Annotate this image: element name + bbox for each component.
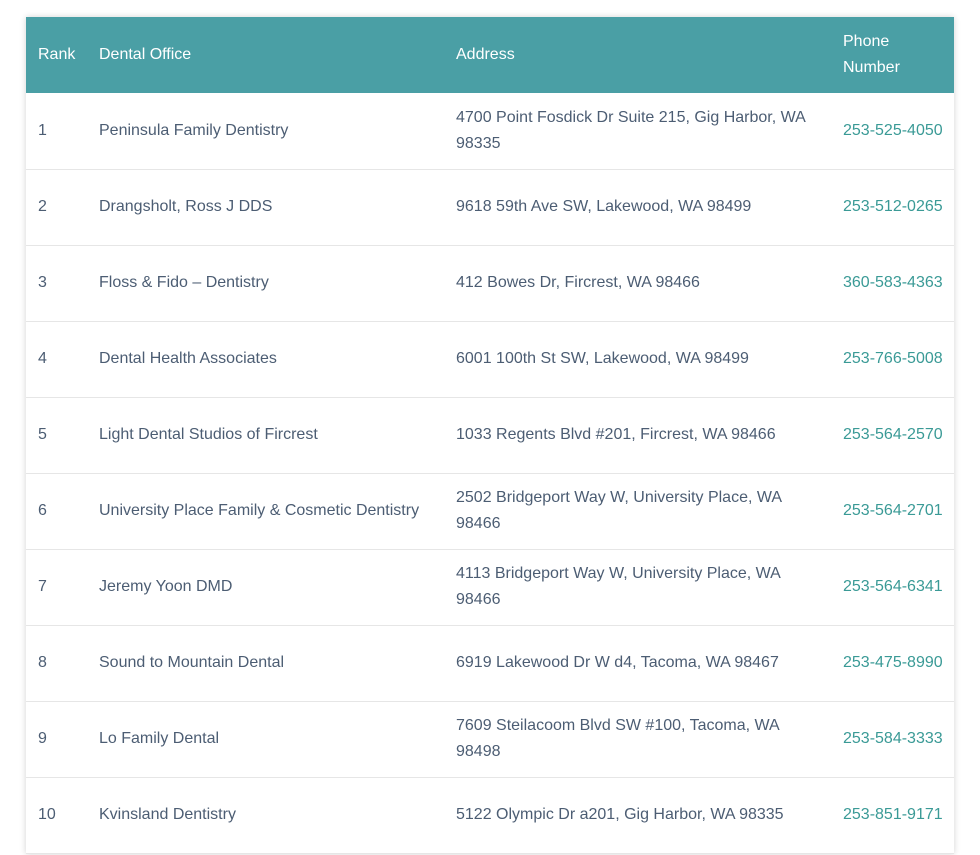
rank-cell: 8	[38, 654, 47, 671]
table-header-row: Rank Dental Office Address Phone Number	[26, 17, 954, 93]
header-rank: Rank	[38, 46, 76, 63]
office-cell: Sound to Mountain Dental	[99, 654, 285, 671]
address-cell: 2502 Bridgeport Way W, University Place,…	[456, 489, 782, 532]
phone-link[interactable]: 253-525-4050	[843, 122, 943, 139]
table-row: 4 Dental Health Associates 6001 100th St…	[26, 321, 954, 397]
phone-link[interactable]: 360-583-4363	[843, 274, 943, 291]
table-row: 2 Drangsholt, Ross J DDS 9618 59th Ave S…	[26, 169, 954, 245]
phone-link[interactable]: 253-564-2701	[843, 502, 943, 519]
table-row: 9 Lo Family Dental 7609 Steilacoom Blvd …	[26, 701, 954, 777]
address-cell: 9618 59th Ave SW, Lakewood, WA 98499	[456, 198, 752, 215]
office-cell: University Place Family & Cosmetic Denti…	[99, 502, 420, 519]
address-cell: 4700 Point Fosdick Dr Suite 215, Gig Har…	[456, 108, 805, 152]
header-address: Address	[456, 46, 515, 63]
address-cell: 6919 Lakewood Dr W d4, Tacoma, WA 98467	[456, 654, 779, 671]
address-cell: 5122 Olympic Dr a201, Gig Harbor, WA 983…	[456, 806, 784, 823]
office-cell: Light Dental Studios of Fircrest	[99, 426, 318, 443]
header-phone-number: Phone Number	[843, 33, 900, 76]
office-cell: Peninsula Family Dentistry	[99, 121, 289, 139]
phone-link[interactable]: 253-564-6341	[843, 578, 943, 595]
rank-cell: 5	[38, 426, 47, 443]
rank-cell: 6	[38, 502, 47, 519]
phone-link[interactable]: 253-564-2570	[843, 426, 943, 443]
table-row: 5 Light Dental Studios of Fircrest 1033 …	[26, 397, 954, 473]
office-cell: Dental Health Associates	[99, 350, 277, 367]
rank-cell: 9	[38, 730, 47, 747]
phone-link[interactable]: 253-512-0265	[843, 198, 943, 215]
phone-link[interactable]: 253-766-5008	[843, 350, 943, 367]
office-cell: Jeremy Yoon DMD	[99, 578, 233, 595]
table-row: 1 Peninsula Family Dentistry 4700 Point …	[26, 93, 954, 169]
table-row: 7 Jeremy Yoon DMD 4113 Bridgeport Way W,…	[26, 549, 954, 625]
office-cell: Lo Family Dental	[99, 730, 220, 747]
table-row: 10 Kvinsland Dentistry 5122 Olympic Dr a…	[26, 777, 954, 853]
rank-cell: 1	[38, 121, 47, 139]
phone-link[interactable]: 253-475-8990	[843, 654, 943, 671]
address-cell: 412 Bowes Dr, Fircrest, WA 98466	[456, 274, 700, 291]
table-row: 8 Sound to Mountain Dental 6919 Lakewood…	[26, 625, 954, 701]
dental-offices-table: Rank Dental Office Address Phone Number …	[26, 17, 954, 854]
address-cell: 7609 Steilacoom Blvd SW #100, Tacoma, WA…	[456, 717, 779, 760]
table-row: 6 University Place Family & Cosmetic Den…	[26, 473, 954, 549]
rank-cell: 4	[38, 350, 47, 367]
address-cell: 4113 Bridgeport Way W, University Place,…	[456, 565, 780, 608]
address-cell: 1033 Regents Blvd #201, Fircrest, WA 984…	[456, 426, 776, 443]
table-row: 3 Floss & Fido – Dentistry 412 Bowes Dr,…	[26, 245, 954, 321]
address-cell: 6001 100th St SW, Lakewood, WA 98499	[456, 350, 749, 367]
office-cell: Kvinsland Dentistry	[99, 806, 236, 823]
phone-link[interactable]: 253-851-9171	[843, 806, 943, 823]
phone-link[interactable]: 253-584-3333	[843, 730, 943, 747]
rank-cell: 10	[38, 806, 56, 823]
office-cell: Floss & Fido – Dentistry	[99, 274, 269, 291]
rank-cell: 7	[38, 578, 47, 595]
rank-cell: 2	[38, 198, 47, 215]
header-dental-office: Dental Office	[99, 46, 192, 63]
rank-cell: 3	[38, 274, 47, 291]
dental-offices-table-card: Rank Dental Office Address Phone Number …	[26, 17, 954, 854]
office-cell: Drangsholt, Ross J DDS	[99, 198, 273, 215]
